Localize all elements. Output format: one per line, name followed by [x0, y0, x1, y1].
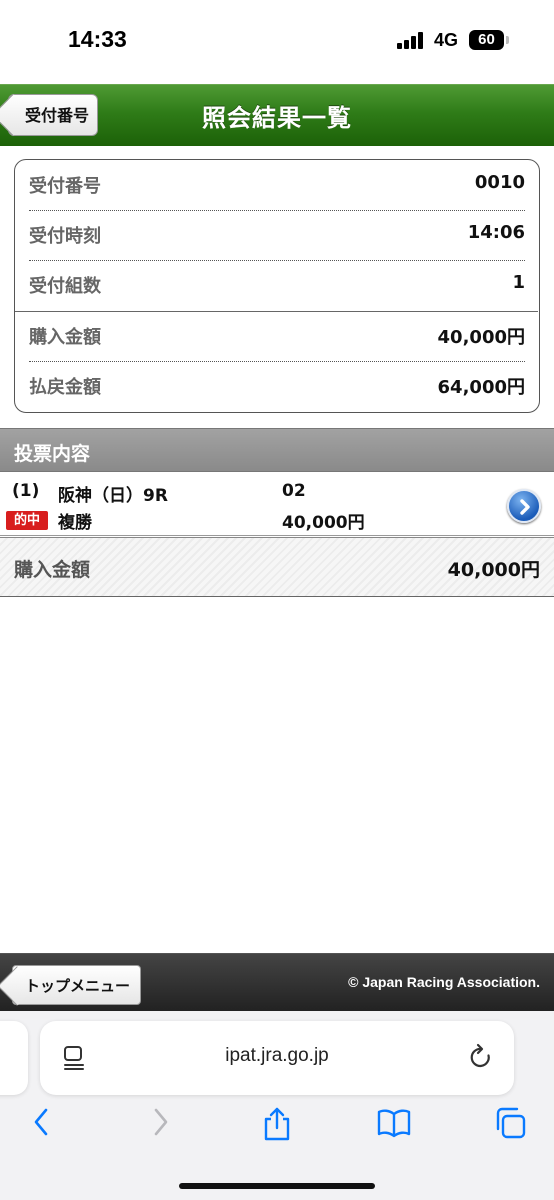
back-arrow-icon[interactable] — [30, 1106, 54, 1138]
address-bar[interactable]: ipat.jra.go.jp — [40, 1021, 514, 1095]
reload-icon[interactable] — [468, 1043, 494, 1071]
status-time: 14:33 — [68, 26, 127, 52]
tabs-icon[interactable] — [494, 1106, 528, 1140]
summary-label: 購入金額 — [29, 327, 101, 348]
summary-row-receipt-time: 受付時刻 14:06 — [29, 210, 525, 260]
total-label: 購入金額 — [14, 559, 91, 581]
bet-index: (1) — [12, 481, 40, 501]
home-indicator[interactable] — [179, 1183, 375, 1189]
bet-race: 阪神（日）9R — [58, 486, 168, 506]
summary-card: 受付番号 0010 受付時刻 14:06 受付組数 1 購入金額 40,000円… — [14, 159, 540, 413]
summary-row-purchase-amount: 購入金額 40,000円 — [29, 311, 525, 361]
battery-tip — [506, 36, 509, 44]
chevron-right-icon[interactable] — [507, 489, 541, 523]
share-icon[interactable] — [261, 1106, 293, 1142]
bet-number: 02 — [282, 481, 306, 501]
bet-row[interactable]: (1) 阪神（日）9R 02 的中 複勝 40,000円 — [0, 472, 554, 536]
summary-label: 受付番号 — [29, 176, 101, 197]
status-bar: 14:33 4G 60 — [0, 0, 554, 84]
total-value: 40,000円 — [447, 559, 540, 581]
summary-value: 64,000円 — [437, 377, 525, 398]
battery-icon: 60 — [469, 30, 504, 50]
top-menu-button[interactable]: トップメニュー — [12, 965, 142, 1005]
summary-value: 0010 — [474, 172, 525, 193]
forward-arrow-icon[interactable] — [148, 1106, 172, 1138]
summary-value: 1 — [512, 272, 525, 293]
network-type: 4G — [434, 30, 459, 50]
back-button[interactable]: 受付番号 — [8, 94, 99, 136]
hit-badge: 的中 — [6, 511, 48, 530]
bet-amount: 40,000円 — [282, 513, 365, 533]
copyright-text: © Japan Racing Association. — [348, 974, 540, 990]
summary-value: 14:06 — [467, 222, 525, 243]
page-header: 受付番号 照会結果一覧 — [0, 84, 554, 146]
summary-label: 受付組数 — [29, 276, 101, 297]
summary-row-payout-amount: 払戻金額 64,000円 — [29, 361, 525, 411]
browser-chrome: ipat.jra.go.jp — [0, 1011, 554, 1200]
page-footer: トップメニュー © Japan Racing Association. — [0, 953, 554, 1011]
bet-type: 複勝 — [58, 513, 92, 533]
previous-tab-card[interactable] — [0, 1021, 28, 1095]
bookmarks-icon[interactable] — [376, 1106, 412, 1140]
summary-label: 受付時刻 — [29, 226, 101, 247]
summary-row-set-count: 受付組数 1 — [29, 260, 525, 310]
summary-label: 払戻金額 — [29, 377, 101, 398]
total-row: 購入金額 40,000円 — [0, 537, 554, 597]
url-text: ipat.jra.go.jp — [225, 1045, 329, 1066]
signal-icon — [397, 31, 427, 49]
section-title: 投票内容 — [14, 443, 91, 465]
summary-value: 40,000円 — [437, 327, 525, 348]
section-header: 投票内容 — [0, 428, 554, 472]
summary-row-receipt-number: 受付番号 0010 — [29, 160, 525, 210]
